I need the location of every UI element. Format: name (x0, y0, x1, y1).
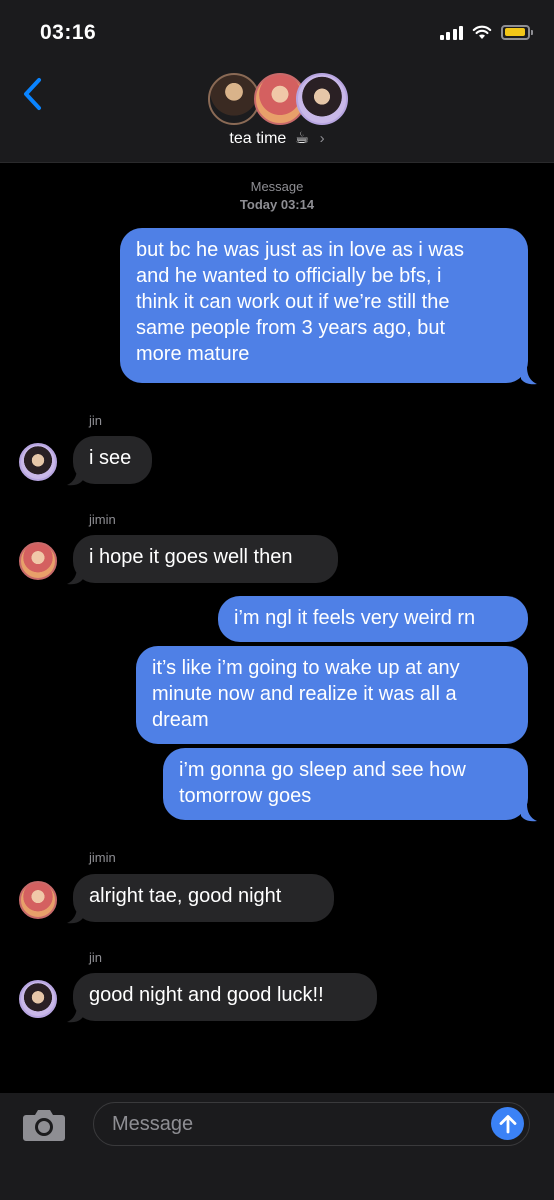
group-name: tea time (229, 130, 287, 147)
message-line: more mature (136, 343, 250, 365)
status-time: 03:16 (40, 21, 97, 44)
sender-name: jimin (89, 512, 116, 527)
incoming-message[interactable]: i hope it goes well then (73, 535, 338, 583)
bubble-tail (67, 468, 83, 486)
avatar[interactable] (19, 980, 57, 1018)
outgoing-message[interactable]: it’s like i’m going to wake up at any mi… (136, 646, 528, 744)
message-input[interactable] (110, 1103, 474, 1146)
avatar[interactable] (19, 443, 57, 481)
avatar[interactable] (19, 542, 57, 580)
outgoing-message[interactable]: but bc he was just as in love as i was a… (120, 228, 528, 383)
bubble-tail (67, 1005, 83, 1023)
avatar (296, 73, 348, 125)
message-line: think it can work out if we’re still the (136, 291, 450, 313)
service-label: Message (250, 179, 304, 194)
message-line: minute now and realize it was all a (152, 683, 457, 705)
message-field[interactable] (93, 1102, 530, 1146)
coffee-icon: ☕ (294, 130, 310, 147)
message-line: and he wanted to officially be bfs, i (136, 265, 442, 287)
cellular-signal-icon (439, 24, 463, 40)
compose-bar (0, 1093, 554, 1200)
bubble-tail (67, 567, 83, 585)
message-text: i hope it goes well then (89, 546, 293, 568)
group-title[interactable]: tea time ☕ › (0, 128, 554, 148)
message-line: dream (152, 709, 209, 731)
message-text: i’m ngl it feels very weird rn (234, 607, 476, 629)
bubble-tail (521, 367, 537, 385)
incoming-message[interactable]: i see (73, 436, 152, 484)
back-chevron-icon[interactable] (18, 74, 48, 114)
status-bar: 03:16 (0, 0, 554, 66)
message-text: i see (89, 447, 132, 469)
conversation-timestamp: Message Today 03:14 (0, 178, 554, 214)
message-text: good night and good luck!! (89, 984, 324, 1006)
message-time: Today 03:14 (239, 197, 315, 212)
message-line: same people from 3 years ago, but (136, 317, 446, 339)
battery-icon (501, 24, 533, 40)
message-line: but bc he was just as in love as i was (136, 239, 464, 261)
message-line: it’s like i’m going to wake up at any (152, 657, 460, 679)
group-avatars[interactable] (208, 70, 348, 126)
conversation-header: tea time ☕ › (0, 66, 554, 163)
camera-icon[interactable] (22, 1107, 66, 1143)
sender-name: jimin (89, 850, 116, 865)
bubble-tail (521, 804, 537, 822)
outgoing-message[interactable]: i’m ngl it feels very weird rn (218, 596, 528, 642)
incoming-message[interactable]: alright tae, good night (73, 874, 334, 922)
incoming-message[interactable]: good night and good luck!! (73, 973, 377, 1021)
send-button[interactable] (491, 1107, 524, 1140)
sender-name: jin (89, 950, 103, 965)
avatar[interactable] (19, 881, 57, 919)
avatar (208, 73, 260, 125)
chevron-right-icon: › (319, 130, 325, 147)
message-line: tomorrow goes (179, 785, 312, 807)
arrow-up-icon (499, 1114, 516, 1133)
outgoing-message[interactable]: i’m gonna go sleep and see how tomorrow … (163, 748, 528, 820)
sender-name: jin (89, 413, 103, 428)
message-line: i’m gonna go sleep and see how (179, 759, 466, 781)
wifi-icon (472, 25, 492, 39)
status-icons (439, 24, 533, 40)
message-text: alright tae, good night (89, 885, 282, 907)
bubble-tail (67, 906, 83, 924)
